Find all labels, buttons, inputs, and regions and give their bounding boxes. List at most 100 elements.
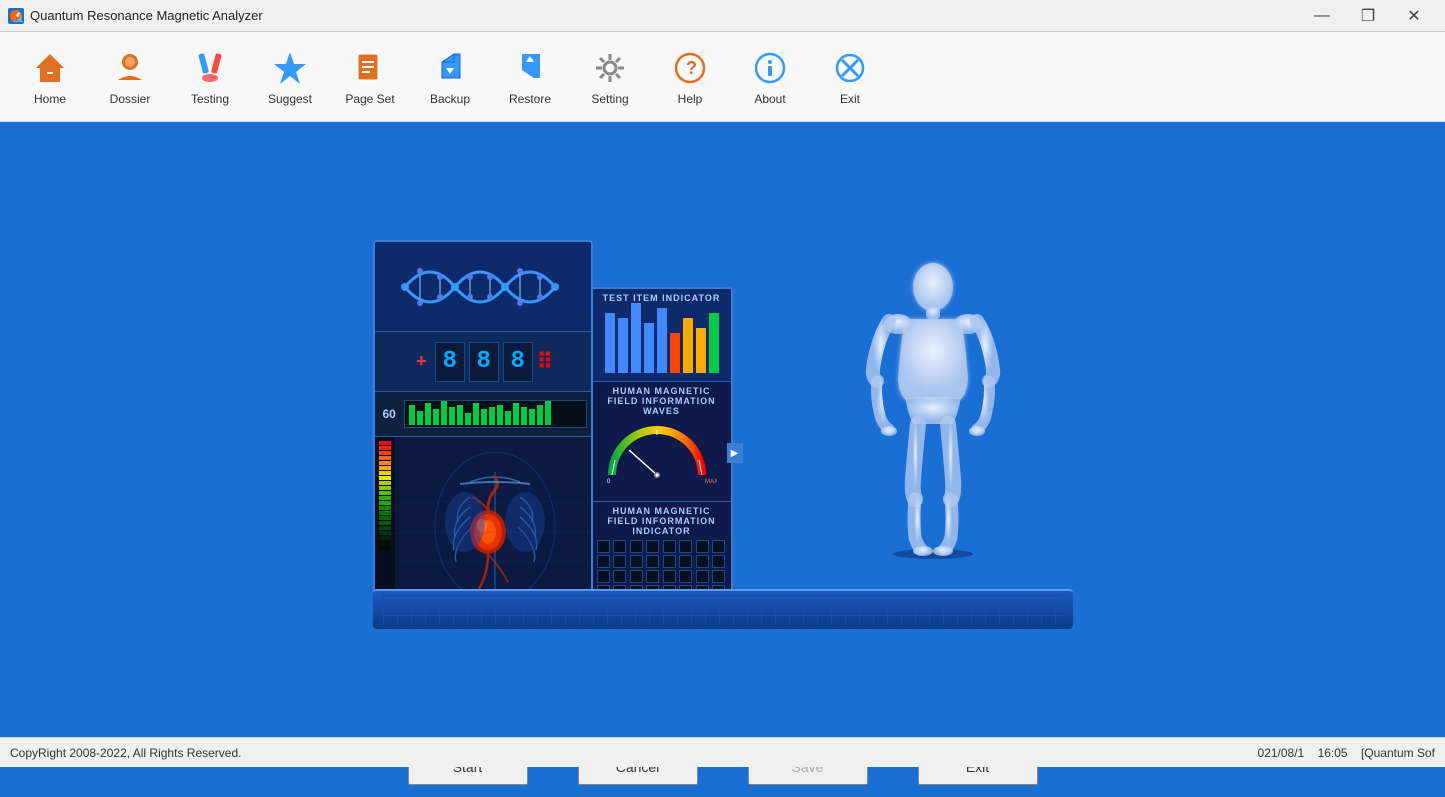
eq-number: 60 [383,407,396,421]
scanner-panel: + 8 8 8 ⠿ 60 [373,240,593,619]
titlebar: 🔬 Quantum Resonance Magnetic Analyzer — … [0,0,1445,32]
grid-cell [630,540,643,553]
digit-suffix: ⠿ [537,349,553,375]
toolbar-item-about[interactable]: About [730,37,810,117]
svg-text:🔬: 🔬 [12,10,23,23]
svg-text:?: ? [686,58,697,78]
date-text: 021/08/1 [1258,746,1305,760]
pageset-label: Page Set [345,92,394,106]
grid-cell [630,570,643,583]
level-indicator [379,516,391,520]
grid-cell [663,555,676,568]
statusbar: CopyRight 2008-2022, All Rights Reserved… [0,737,1445,767]
gauge-svg: 0 MAX [597,420,717,485]
digit-prefix: + [416,351,427,372]
level-indicator [379,521,391,525]
grid-cell [613,570,626,583]
grid-cell [712,540,725,553]
backup-icon [430,48,470,88]
dna-section [375,242,593,332]
eq-bar [465,413,471,425]
grid-cell [679,555,692,568]
time-text: 16:05 [1318,746,1348,760]
eq-bar [481,409,487,425]
grid-cell [646,540,659,553]
toolbar-item-testing[interactable]: Testing [170,37,250,117]
grid-cell [679,540,692,553]
toolbar-item-backup[interactable]: Backup [410,37,490,117]
toolbar-item-help[interactable]: ? Help [650,37,730,117]
eq-bar [545,401,551,425]
about-label: About [754,92,785,106]
restore-icon [510,48,550,88]
grid-cell [630,555,643,568]
eq-bar [409,405,415,425]
grid-cell [597,555,610,568]
eq-row: 60 [375,392,593,437]
level-indicator [379,511,391,515]
maximize-button[interactable]: ❐ [1345,0,1391,32]
app-icon: 🔬 [8,8,24,24]
toolbar-item-exit[interactable]: Exit [810,37,890,117]
test-item-title: TEST ITEM INDICATOR [597,293,727,303]
level-indicator [379,446,391,450]
indicators-panel: ▶ TEST ITEM INDICATOR [593,287,733,619]
toolbar-item-dossier[interactable]: Dossier [90,37,170,117]
toolbar-item-pageset[interactable]: Page Set [330,37,410,117]
eq-bar [489,407,495,425]
grid-cell [696,555,709,568]
setting-label: Setting [591,92,628,106]
dossier-icon [110,48,150,88]
restore-label: Restore [509,92,551,106]
platform [373,589,1073,629]
test-bars [597,307,727,377]
toolbar-item-suggest[interactable]: Suggest [250,37,330,117]
test-bar-item [631,303,641,373]
level-indicator [379,541,391,545]
help-label: Help [678,92,703,106]
level-indicator [379,471,391,475]
suggest-label: Suggest [268,92,312,106]
titlebar-left: 🔬 Quantum Resonance Magnetic Analyzer [8,8,263,24]
toolbar-item-home[interactable]: Home [10,37,90,117]
test-bar-fill [605,313,615,373]
level-indicator [379,481,391,485]
level-indicator [379,531,391,535]
level-indicator [379,486,391,490]
grid-cell [712,570,725,583]
toolbar: Home Dossier Testing Sugge [0,32,1445,122]
testing-icon [190,48,230,88]
wave-section: HUMAN MAGNETIC FIELD INFORMATION WAVES [593,382,731,502]
eq-bar [505,411,511,425]
test-bar-fill [670,333,680,373]
eq-bar [433,409,439,425]
pageset-icon [350,48,390,88]
grid-cell [679,570,692,583]
grid-cell [663,570,676,583]
eq-bar [473,403,479,425]
test-bar-fill [696,328,706,373]
level-indicator [379,456,391,460]
grid-cell [663,540,676,553]
eq-bar [537,405,543,425]
close-button[interactable]: ✕ [1391,0,1437,32]
eq-bar [457,405,463,425]
test-bar-item [709,313,719,373]
wave-title: HUMAN MAGNETIC FIELD INFORMATION WAVES [597,386,727,416]
indicator-grid-title: HUMAN MAGNETIC FIELD INFORMATION INDICAT… [597,506,727,536]
dossier-label: Dossier [110,92,151,106]
toolbar-item-setting[interactable]: Setting [570,37,650,117]
toolbar-item-restore[interactable]: Restore [490,37,570,117]
test-bar-item [683,318,693,373]
digit-1: 8 [435,342,465,382]
digit-3: 8 [503,342,533,382]
grid-cell [646,570,659,583]
next-arrow-button[interactable]: ▶ [727,443,743,463]
testing-label: Testing [191,92,229,106]
eq-bar [529,409,535,425]
level-indicator [379,476,391,480]
eq-bar [441,401,447,425]
test-item-section: TEST ITEM INDICATOR [593,289,731,382]
human-body-svg [833,259,1033,559]
minimize-button[interactable]: — [1299,0,1345,32]
